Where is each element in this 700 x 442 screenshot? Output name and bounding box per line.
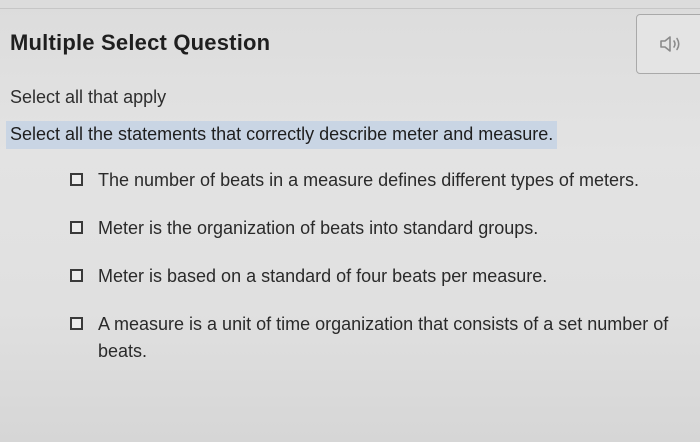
option-checkbox[interactable] [70,221,83,234]
read-aloud-button[interactable] [636,14,700,74]
answer-option[interactable]: Meter is based on a standard of four bea… [70,263,670,290]
option-label: The number of beats in a measure defines… [98,170,639,190]
option-label: A measure is a unit of time organization… [98,314,669,361]
option-checkbox[interactable] [70,173,83,186]
option-checkbox[interactable] [70,317,83,330]
top-divider [0,8,700,9]
option-checkbox[interactable] [70,269,83,282]
speaker-icon [660,36,680,52]
option-label: Meter is based on a standard of four bea… [98,266,548,286]
instruction-text: Select all that apply [10,87,167,107]
answer-option[interactable]: A measure is a unit of time organization… [70,311,670,365]
option-label: Meter is the organization of beats into … [98,218,539,238]
question-prompt: Select all the statements that correctly… [6,121,558,149]
answer-options: The number of beats in a measure defines… [70,167,670,386]
answer-option[interactable]: The number of beats in a measure defines… [70,167,670,194]
question-heading: Multiple Select Question [10,30,271,55]
answer-option[interactable]: Meter is the organization of beats into … [70,215,670,242]
